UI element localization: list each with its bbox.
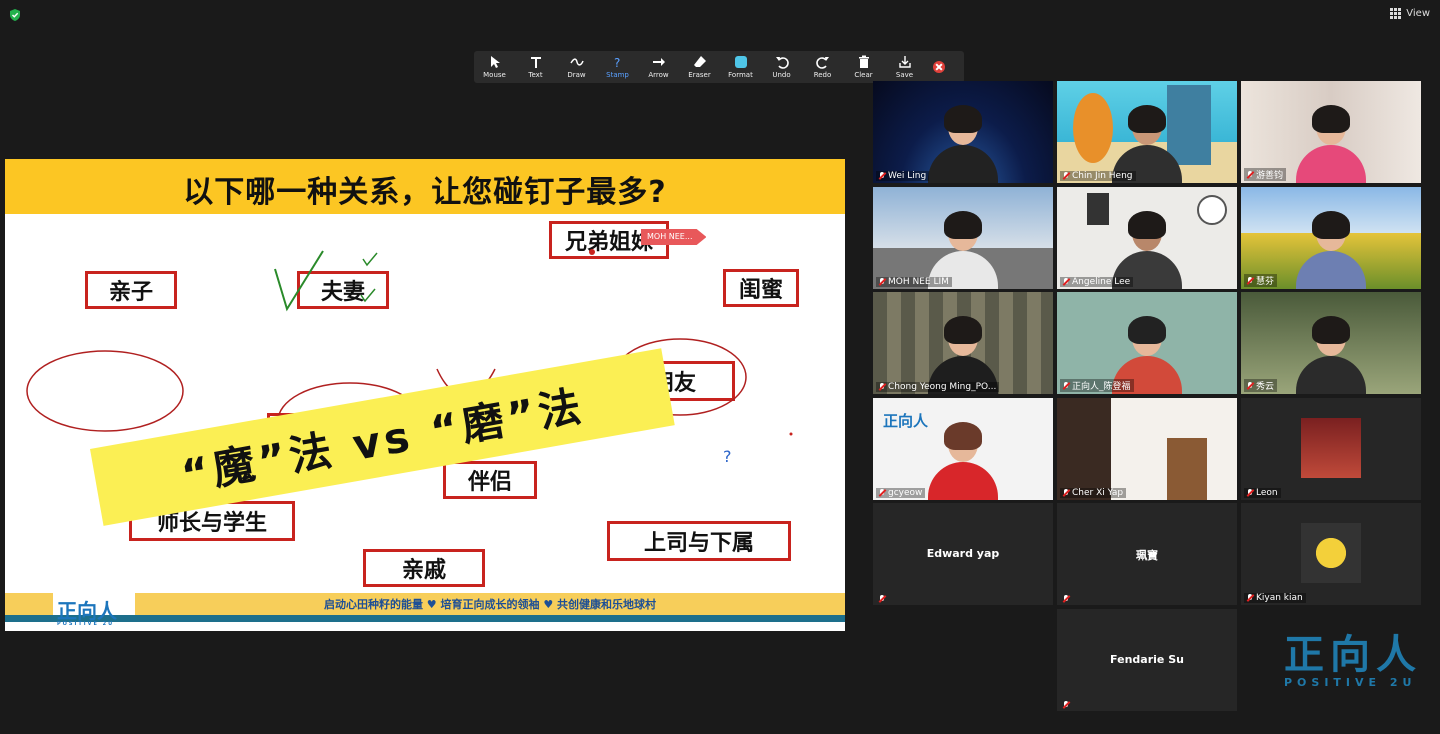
trash-icon: [858, 55, 869, 68]
stamp-question-mark: ?: [723, 447, 732, 466]
footer-left-block: [5, 593, 53, 615]
annotator-name-tag: MOH NEE...: [641, 229, 707, 245]
participant-name: Chin Jin Heng: [1060, 171, 1136, 181]
muted-mic-icon: [879, 172, 885, 180]
participant-name: gcyeow: [876, 488, 926, 498]
muted-mic-icon: [1063, 701, 1069, 709]
svg-text:?: ?: [614, 56, 620, 69]
video-tile-no-video[interactable]: Edward yap: [873, 503, 1053, 605]
security-shield-icon[interactable]: [9, 9, 21, 21]
tool-text[interactable]: Text: [515, 51, 556, 83]
footer-logo: 正向人 POSITIVE 2U: [57, 599, 117, 627]
view-label: View: [1406, 8, 1430, 19]
tool-format[interactable]: Format: [720, 51, 761, 83]
tool-eraser[interactable]: Eraser: [679, 51, 720, 83]
annotation-ink: [26, 249, 793, 460]
participant-name: Kiyan kian: [1244, 593, 1306, 603]
participant-name: Cher Xi Yap: [1060, 488, 1127, 498]
muted-mic-icon: [1063, 489, 1069, 497]
participant-display-name: 珮寶: [1136, 549, 1158, 562]
redo-icon: [815, 57, 829, 69]
participant-name: Leon: [1244, 488, 1281, 498]
video-tile[interactable]: 游善钧: [1241, 81, 1421, 183]
muted-mic-icon: [1247, 381, 1253, 390]
tool-clear[interactable]: Clear: [843, 51, 884, 83]
draw-icon: [569, 58, 584, 66]
meeting-top-bar: View: [0, 0, 1440, 30]
save-icon: [898, 56, 911, 68]
footer-slogan: 启动心田种籽的能量 ♥ 培育正向成长的领袖 ♥ 共创健康和乐地球村: [135, 593, 845, 615]
participant-video: [928, 422, 998, 500]
muted-mic-icon: [1247, 276, 1253, 285]
undo-icon: [775, 57, 789, 69]
video-tile-no-video[interactable]: Fendarie Su: [1057, 609, 1237, 711]
annotation-toolbar: Mouse Text Draw ? Stamp Arrow Eraser For…: [474, 51, 964, 83]
tool-undo[interactable]: Undo: [761, 51, 802, 83]
brand-watermark: 正向人 POSITIVE 2U: [1284, 632, 1422, 689]
grid-icon: [1390, 8, 1402, 19]
shared-slide[interactable]: 以下哪一种关系，让您碰钉子最多? 兄弟姐妹 亲子 夫妻 闺蜜 朋友 家人 伴侣 …: [5, 159, 845, 631]
participant-name: Chong Yeong Ming_PO...: [876, 382, 1000, 392]
background-logo: 正向人: [883, 412, 929, 430]
video-tile[interactable]: Kiyan kian: [1241, 503, 1421, 605]
participant-name: 游善钧: [1244, 168, 1287, 181]
participant-name: 慧芬: [1244, 274, 1278, 287]
video-tile[interactable]: Angeline Lee: [1057, 187, 1237, 289]
participant-name: MOH NEE LIM: [876, 277, 952, 287]
video-tile[interactable]: MOH NEE LIM: [873, 187, 1053, 289]
video-tile[interactable]: Leon: [1241, 398, 1421, 500]
tool-arrow[interactable]: Arrow: [638, 51, 679, 83]
participant-name: 秀云: [1244, 379, 1278, 392]
participant-avatar: [1301, 418, 1361, 478]
video-tile-active-speaker[interactable]: 慧芬: [1241, 187, 1421, 289]
video-tile-no-video[interactable]: 珮寶: [1057, 503, 1237, 605]
participant-video: [1296, 211, 1366, 289]
participant-video: [1296, 316, 1366, 394]
video-tile[interactable]: 秀云: [1241, 292, 1421, 394]
muted-mic-icon: [879, 489, 885, 497]
tool-redo[interactable]: Redo: [802, 51, 843, 83]
view-button[interactable]: View: [1390, 8, 1430, 19]
muted-mic-icon: [1063, 381, 1069, 390]
video-tile[interactable]: Chong Yeong Ming_PO...: [873, 292, 1053, 394]
eraser-icon: [693, 56, 706, 67]
participant-avatar: [1301, 523, 1361, 583]
muted-mic-icon: [879, 278, 885, 286]
tool-draw[interactable]: Draw: [556, 51, 597, 83]
participant-mic: [1060, 701, 1072, 709]
close-toolbar-icon[interactable]: [933, 61, 945, 73]
cursor-icon: [490, 56, 500, 68]
participant-mic: [876, 595, 888, 603]
muted-mic-icon: [1247, 594, 1253, 602]
tool-save[interactable]: Save: [884, 51, 925, 83]
video-tile[interactable]: Chin Jin Heng: [1057, 81, 1237, 183]
stamp-icon: ?: [614, 56, 620, 69]
participant-name: 正向人_陈登福: [1060, 379, 1134, 392]
participant-display-name: Fendarie Su: [1110, 653, 1184, 666]
video-tile[interactable]: Wei Ling: [873, 81, 1053, 183]
participant-mic: [1060, 595, 1072, 603]
muted-mic-icon: [1063, 595, 1069, 603]
video-tile[interactable]: 正向人_陈登福: [1057, 292, 1237, 394]
muted-mic-icon: [879, 383, 885, 391]
muted-mic-icon: [879, 595, 885, 603]
video-tile[interactable]: Cher Xi Yap: [1057, 398, 1237, 500]
slide-footer: 启动心田种籽的能量 ♥ 培育正向成长的领袖 ♥ 共创健康和乐地球村 正向人 PO…: [5, 593, 845, 631]
muted-mic-icon: [1063, 172, 1069, 180]
participant-video: [1296, 105, 1366, 183]
arrow-icon: [652, 58, 665, 66]
participant-name: Angeline Lee: [1060, 277, 1134, 287]
video-tile[interactable]: 正向人 gcyeow: [873, 398, 1053, 500]
participant-display-name: Edward yap: [926, 547, 1000, 560]
format-icon: [734, 56, 747, 68]
muted-mic-icon: [1063, 278, 1069, 286]
muted-mic-icon: [1247, 489, 1253, 497]
tool-stamp[interactable]: ? Stamp: [597, 51, 638, 83]
muted-mic-icon: [1247, 170, 1253, 179]
text-icon: [530, 57, 541, 68]
participant-video: [928, 105, 998, 183]
participant-name: Wei Ling: [876, 171, 930, 181]
tool-mouse[interactable]: Mouse: [474, 51, 515, 83]
